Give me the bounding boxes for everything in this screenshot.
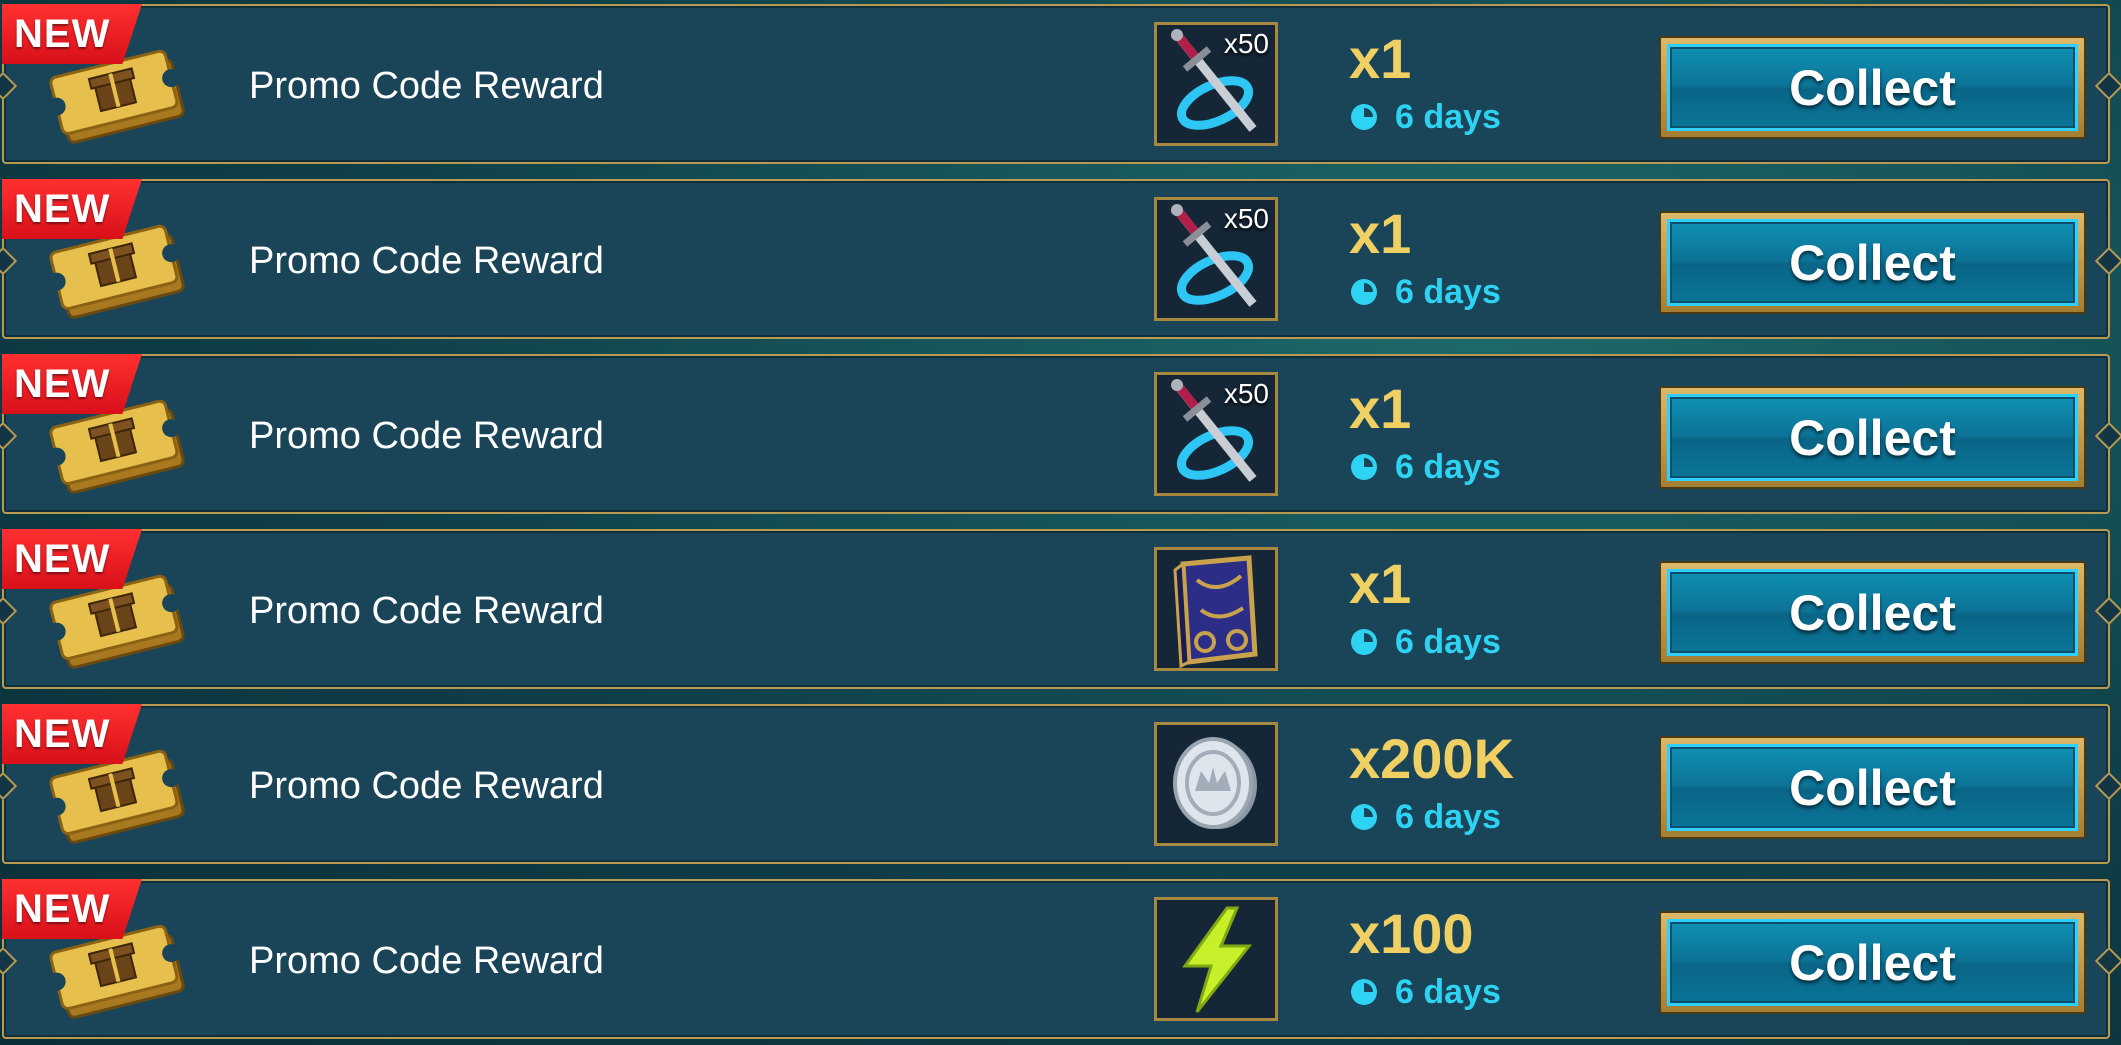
new-badge: NEW xyxy=(2,704,142,764)
xp-brew-swords-icon: x50 xyxy=(1154,372,1278,496)
new-badge: NEW xyxy=(2,529,142,589)
reward-title: Promo Code Reward xyxy=(249,765,604,807)
energy-lightning-icon xyxy=(1154,897,1278,1021)
expiry-timer: 6 days xyxy=(1349,794,1501,840)
reward-title: Promo Code Reward xyxy=(249,590,604,632)
clock-icon xyxy=(1351,804,1377,830)
reward-row: NEW Promo Code Reward x1 6 days Collect xyxy=(2,529,2110,689)
time-left: 6 days xyxy=(1395,972,1501,1011)
clock-icon xyxy=(1351,454,1377,480)
collect-button[interactable]: Collect xyxy=(1659,36,2086,139)
new-badge: NEW xyxy=(2,179,142,239)
clock-icon xyxy=(1351,279,1377,305)
time-left: 6 days xyxy=(1395,447,1501,486)
reward-amount: x1 xyxy=(1349,27,1412,90)
time-left: 6 days xyxy=(1395,622,1501,661)
new-badge: NEW xyxy=(2,354,142,414)
silver-coin-icon xyxy=(1154,722,1278,846)
collect-button[interactable]: Collect xyxy=(1659,386,2086,489)
clock-icon xyxy=(1351,104,1377,130)
reward-title: Promo Code Reward xyxy=(249,65,604,107)
expiry-timer: 6 days xyxy=(1349,619,1501,665)
collect-button[interactable]: Collect xyxy=(1659,211,2086,314)
new-badge: NEW xyxy=(2,879,142,939)
icon-quantity: x50 xyxy=(1223,28,1269,59)
reward-row: NEW Promo Code Reward x50 x1 6 days Coll… xyxy=(2,179,2110,339)
reward-amount: x100 xyxy=(1349,902,1474,965)
reward-row: NEW Promo Code Reward x200K 6 days Colle… xyxy=(2,704,2110,864)
promo-reward-list: NEW Promo Code Reward x50 x1 6 days Coll… xyxy=(0,0,2121,1045)
clock-icon xyxy=(1351,979,1377,1005)
collect-label: Collect xyxy=(1667,219,2078,306)
expiry-timer: 6 days xyxy=(1349,969,1501,1015)
time-left: 6 days xyxy=(1395,272,1501,311)
collect-button[interactable]: Collect xyxy=(1659,736,2086,839)
reward-title: Promo Code Reward xyxy=(249,240,604,282)
reward-amount: x1 xyxy=(1349,552,1412,615)
collect-button[interactable]: Collect xyxy=(1659,911,2086,1014)
expiry-timer: 6 days xyxy=(1349,269,1501,315)
reward-amount: x200K xyxy=(1349,727,1515,790)
time-left: 6 days xyxy=(1395,797,1501,836)
reward-title: Promo Code Reward xyxy=(249,415,604,457)
xp-brew-swords-icon: x50 xyxy=(1154,22,1278,146)
icon-quantity: x50 xyxy=(1223,203,1269,234)
icon-quantity: x50 xyxy=(1223,378,1269,409)
collect-label: Collect xyxy=(1667,569,2078,656)
collect-label: Collect xyxy=(1667,44,2078,131)
ancient-tome-book-icon xyxy=(1154,547,1278,671)
expiry-timer: 6 days xyxy=(1349,94,1501,140)
collect-label: Collect xyxy=(1667,919,2078,1006)
reward-row: NEW Promo Code Reward x50 x1 6 days Coll… xyxy=(2,4,2110,164)
collect-label: Collect xyxy=(1667,394,2078,481)
reward-amount: x1 xyxy=(1349,202,1412,265)
collect-label: Collect xyxy=(1667,744,2078,831)
new-badge: NEW xyxy=(2,4,142,64)
time-left: 6 days xyxy=(1395,97,1501,136)
reward-row: NEW Promo Code Reward x100 6 days Collec… xyxy=(2,879,2110,1039)
clock-icon xyxy=(1351,629,1377,655)
collect-button[interactable]: Collect xyxy=(1659,561,2086,664)
reward-title: Promo Code Reward xyxy=(249,940,604,982)
expiry-timer: 6 days xyxy=(1349,444,1501,490)
reward-row: NEW Promo Code Reward x50 x1 6 days Coll… xyxy=(2,354,2110,514)
xp-brew-swords-icon: x50 xyxy=(1154,197,1278,321)
reward-amount: x1 xyxy=(1349,377,1412,440)
